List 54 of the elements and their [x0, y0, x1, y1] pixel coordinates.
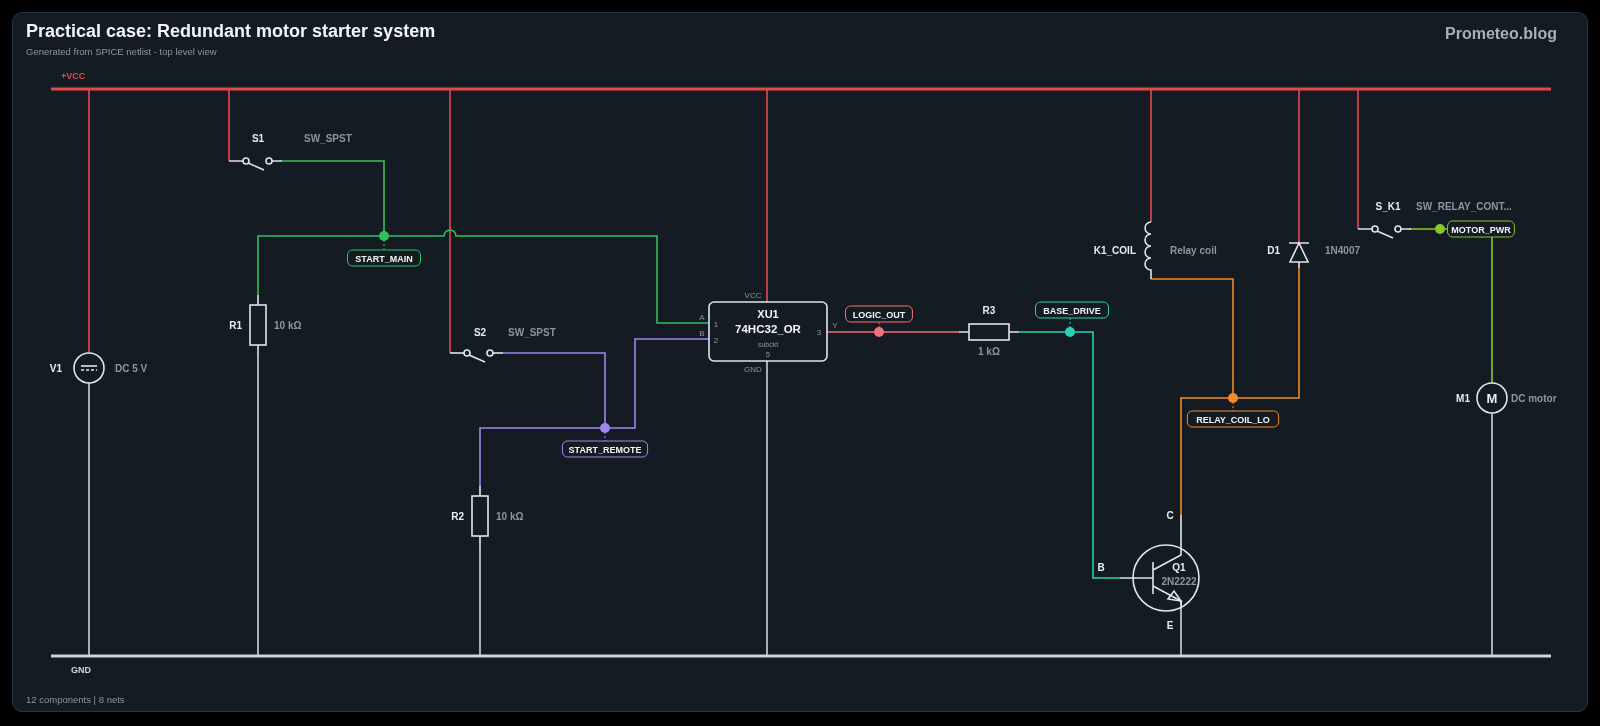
component-value: 1 kΩ	[978, 346, 1000, 357]
inductor-coil-symbol	[1144, 221, 1152, 280]
component-value: 74HC32_OR	[735, 323, 801, 335]
component-designator: S2	[473, 327, 487, 338]
pin-name: VCC	[744, 291, 762, 300]
pin-number: 5	[765, 350, 771, 359]
pin-number: 3	[816, 328, 822, 337]
net-label: MOTOR_PWR	[1447, 220, 1515, 238]
component-value: 2N2222	[1161, 576, 1197, 587]
pin-number: 2	[713, 336, 719, 345]
brand-name: Prometeo.blog	[1445, 24, 1557, 44]
switch-symbol	[449, 349, 504, 363]
rail-label: GND	[71, 665, 91, 675]
motor-symbol: M	[1476, 382, 1508, 414]
wire	[1408, 228, 1448, 230]
component-designator: R3	[982, 305, 996, 316]
pin-label: B	[1097, 562, 1105, 573]
component-value: 1N4007	[1325, 245, 1361, 256]
pin-name: B	[699, 329, 705, 338]
switch-symbol	[1357, 225, 1412, 239]
page-subtitle: Generated from SPICE netlist - top level view	[26, 46, 218, 58]
component-value: DC motor	[1511, 393, 1557, 404]
page-title: Practical case: Redundant motor starter system	[26, 20, 436, 42]
component-value: SW_SPST	[508, 327, 556, 338]
resistor-symbol	[249, 294, 267, 356]
component-designator: S1	[251, 133, 265, 144]
pin-number: 1	[713, 320, 719, 329]
component-value: Relay coil	[1170, 245, 1217, 256]
diode-symbol	[1288, 241, 1310, 269]
component-designator: XU1	[757, 308, 779, 320]
component-value: SW_RELAY_CONT...	[1416, 201, 1512, 212]
summary-text: 12 components | 8 nets	[25, 693, 126, 705]
rail-label: +VCC	[61, 71, 86, 81]
component-value: DC 5 V	[115, 363, 148, 374]
component-value: 10 kΩ	[274, 320, 302, 331]
component-designator: V1	[49, 363, 62, 374]
component-value: 10 kΩ	[496, 511, 524, 522]
pin-label: C	[1166, 510, 1174, 521]
component-designator: R2	[451, 511, 464, 522]
pin-name: Y	[832, 321, 838, 330]
voltage-source-symbol	[73, 352, 105, 384]
component-designator: M1	[1456, 393, 1470, 404]
component-value: SW_SPST	[304, 133, 352, 144]
pin-name: GND	[744, 365, 762, 374]
component-designator: K1_COIL	[1093, 245, 1136, 256]
switch-symbol	[228, 157, 283, 171]
component-designator: D1	[1267, 245, 1280, 256]
component-designator: Q1	[1172, 562, 1186, 573]
component-designator: S_K1	[1375, 201, 1401, 212]
pin-name: A	[699, 313, 705, 322]
component-designator: R1	[229, 320, 242, 331]
resistor-symbol	[471, 485, 489, 547]
resistor-symbol	[958, 323, 1020, 341]
pin-label: E	[1166, 620, 1174, 631]
